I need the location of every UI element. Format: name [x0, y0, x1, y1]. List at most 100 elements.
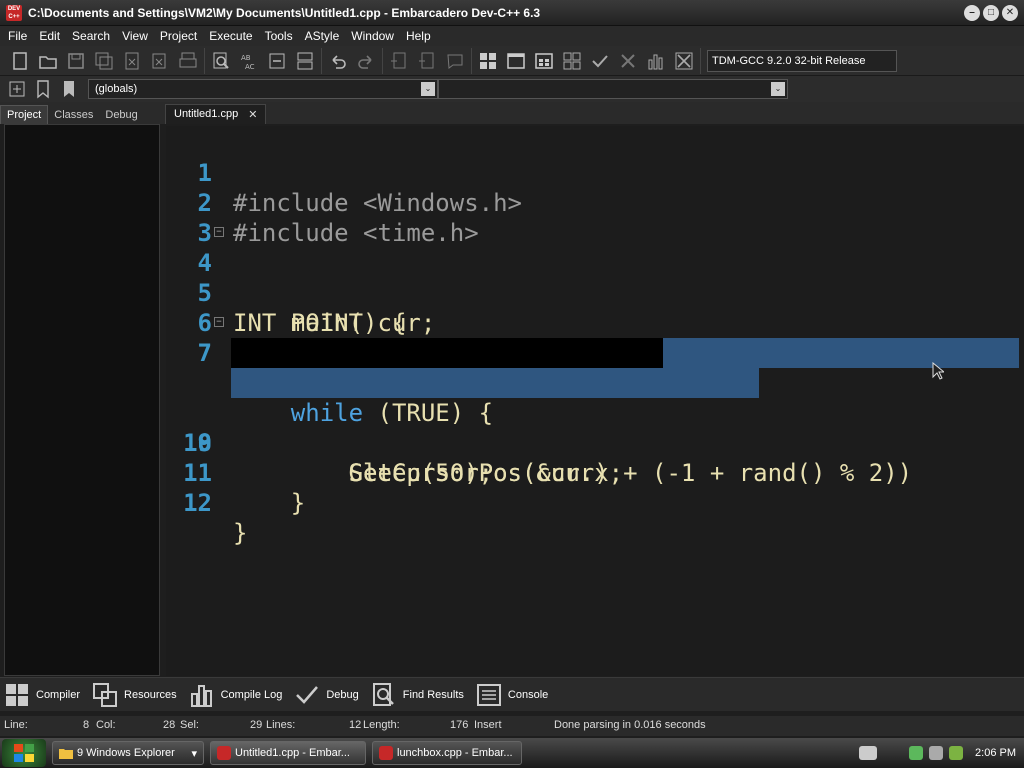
- print-button[interactable]: [175, 49, 201, 73]
- tab-project[interactable]: Project: [0, 105, 49, 124]
- menu-edit[interactable]: Edit: [33, 26, 66, 46]
- code-line: 1 #include <Windows.h>: [166, 128, 1024, 217]
- find-icon: [213, 52, 229, 69]
- volume-icon[interactable]: [929, 746, 944, 760]
- close-file-button[interactable]: [119, 49, 145, 73]
- resources-icon: [93, 682, 118, 707]
- undo-button[interactable]: [325, 49, 351, 73]
- svg-text:AB: AB: [241, 54, 251, 62]
- stop-execution-button[interactable]: [615, 49, 641, 73]
- menu-help[interactable]: Help: [400, 26, 437, 46]
- remove-file-icon: [419, 52, 434, 68]
- tab-find-results[interactable]: Find Results: [371, 682, 464, 708]
- run-button[interactable]: [503, 49, 529, 73]
- members-dropdown[interactable]: ⌄: [438, 79, 788, 99]
- goto-line-icon: [269, 53, 285, 68]
- save-button[interactable]: [63, 49, 89, 73]
- taskbar-untitled1[interactable]: Untitled1.cpp - Embar...: [210, 741, 366, 765]
- menu-search[interactable]: Search: [66, 26, 116, 46]
- menu-file[interactable]: File: [2, 26, 33, 46]
- scope-dropdown[interactable]: (globals) ⌄: [88, 79, 438, 99]
- clock[interactable]: 2:06 PM: [975, 747, 1016, 759]
- code-text: }: [233, 519, 248, 547]
- close-all-icon: [152, 53, 166, 68]
- profile-button[interactable]: [643, 49, 669, 73]
- console-icon: [476, 683, 501, 706]
- toggle-bookmark-button[interactable]: [30, 77, 56, 101]
- compiler-select[interactable]: TDM-GCC 9.2.0 32-bit Release: [707, 49, 897, 72]
- status-message: Done parsing in 0.016 seconds: [554, 719, 706, 731]
- menu-tools[interactable]: Tools: [259, 26, 299, 46]
- taskbar-lunchbox[interactable]: lunchbox.cpp - Embar...: [372, 741, 522, 765]
- folder-open-icon: [39, 55, 57, 69]
- compile-log-icon: [190, 684, 212, 707]
- status-lines-value: 29: [250, 719, 263, 731]
- run-window-icon: [507, 52, 525, 69]
- tab-resources[interactable]: Resources: [92, 682, 177, 708]
- network-users-icon[interactable]: [909, 746, 924, 760]
- status-length-label: Length:: [363, 719, 400, 731]
- menu-execute[interactable]: Execute: [203, 26, 258, 46]
- chevron-down-icon[interactable]: ⌄: [771, 82, 785, 96]
- new-file-button[interactable]: [7, 49, 33, 73]
- status-insert-mode: Insert: [474, 719, 502, 731]
- project-browser[interactable]: [4, 124, 160, 676]
- insert-button[interactable]: [4, 77, 30, 101]
- syntax-check-button[interactable]: [587, 49, 613, 73]
- main-toolbar: AB AC TDM-GCC 9.2.0 32-bit Release: [0, 46, 1024, 76]
- tab-debug[interactable]: Debug: [99, 106, 143, 124]
- project-options-button[interactable]: [442, 49, 468, 73]
- start-button[interactable]: [2, 739, 46, 767]
- bottom-panel-tabs: Compiler Resources Compile Log Debug Fin…: [0, 677, 1024, 711]
- goto-line-button[interactable]: [264, 49, 290, 73]
- close-file-icon: [125, 52, 139, 69]
- chart-bars-icon: [648, 54, 663, 69]
- delete-profile-button[interactable]: [671, 49, 697, 73]
- replace-button[interactable]: AB AC: [236, 49, 262, 73]
- current-line-highlight: [231, 338, 663, 368]
- remove-from-project-button[interactable]: [414, 49, 440, 73]
- menu-window[interactable]: Window: [345, 26, 400, 46]
- new-file-icon: [13, 51, 27, 70]
- tab-compile-log[interactable]: Compile Log: [189, 682, 283, 708]
- goto-bookmark-button[interactable]: [56, 77, 82, 101]
- compile-run-button[interactable]: [531, 49, 557, 73]
- tab-classes[interactable]: Classes: [48, 106, 99, 124]
- close-all-button[interactable]: [147, 49, 173, 73]
- fold-collapse-icon[interactable]: −: [214, 317, 224, 327]
- tab-compiler[interactable]: Compiler: [4, 682, 80, 708]
- tab-debug-output[interactable]: Debug: [294, 682, 359, 708]
- keyboard-icon[interactable]: [859, 746, 878, 760]
- tab-console[interactable]: Console: [476, 682, 548, 708]
- menu-project[interactable]: Project: [154, 26, 203, 46]
- code-editor[interactable]: 1 #include <Windows.h> 2 #include <time.…: [166, 126, 1024, 676]
- tab-label: Compile Log: [220, 688, 283, 701]
- tab-untitled1[interactable]: Untitled1.cpp ✕: [165, 104, 267, 124]
- fold-collapse-icon[interactable]: −: [214, 227, 224, 237]
- find-button[interactable]: [208, 49, 234, 73]
- rebuild-button[interactable]: [559, 49, 585, 73]
- redo-button[interactable]: [353, 49, 379, 73]
- taskbar: 9 Windows Explorer ▾ Untitled1.cpp - Emb…: [0, 738, 1024, 768]
- selection-highlight: [231, 368, 759, 398]
- compile-button[interactable]: [475, 49, 501, 73]
- close-button[interactable]: ✕: [1002, 4, 1018, 21]
- split-button[interactable]: [292, 49, 318, 73]
- menu-view[interactable]: View: [116, 26, 154, 46]
- close-icon[interactable]: ✕: [248, 108, 257, 121]
- rebuild-icon: [563, 52, 581, 69]
- tab-label: Debug: [326, 688, 359, 701]
- restore-button[interactable]: □: [983, 4, 999, 21]
- taskbar-windows-explorer[interactable]: 9 Windows Explorer ▾: [52, 741, 204, 765]
- add-to-project-button[interactable]: [386, 49, 412, 73]
- safely-remove-icon[interactable]: [949, 746, 964, 760]
- devcpp-app-icon[interactable]: DEV C++: [6, 4, 22, 21]
- minimize-button[interactable]: –: [964, 4, 980, 21]
- code-line: 10 Sleep(50);: [166, 398, 1024, 487]
- tab-label: Resources: [124, 688, 177, 701]
- open-file-button[interactable]: [35, 49, 61, 73]
- stop-cross-icon: [621, 53, 635, 68]
- chevron-down-icon[interactable]: ⌄: [421, 82, 435, 96]
- save-all-button[interactable]: [91, 49, 117, 73]
- menu-astyle[interactable]: AStyle: [299, 26, 346, 46]
